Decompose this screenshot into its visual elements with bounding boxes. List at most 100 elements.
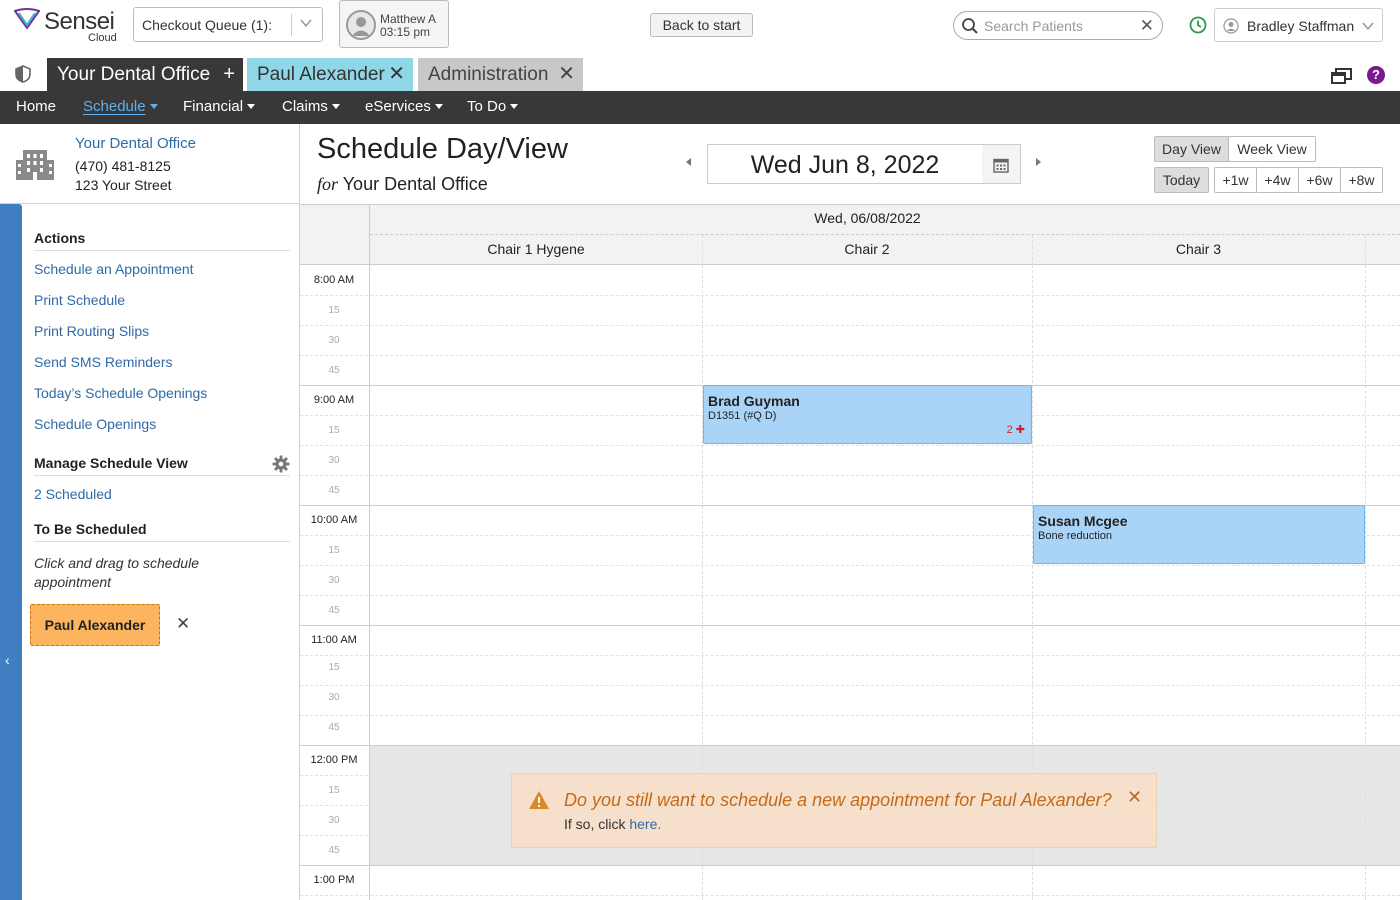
- calendar-button[interactable]: [982, 144, 1021, 184]
- actions-heading: Actions: [34, 230, 290, 251]
- back-to-start-button[interactable]: Back to start: [650, 13, 753, 37]
- date-field[interactable]: Wed Jun 8, 2022: [707, 144, 983, 184]
- hour-label: 9:00 AM: [313, 394, 355, 406]
- nav-label: Claims: [282, 98, 328, 115]
- grid-line: [300, 895, 1400, 896]
- clear-search-icon[interactable]: ✕: [1140, 17, 1154, 34]
- nav-label: Financial: [183, 98, 244, 115]
- help-icon[interactable]: ?: [1367, 66, 1385, 84]
- active-user-info: Matthew A 03:15 pm: [380, 13, 436, 39]
- sidebar-collapse-handle[interactable]: ‹: [0, 204, 22, 900]
- sensei-logo-icon: [14, 8, 40, 30]
- appointment-procedure: Bone reduction: [1038, 530, 1112, 542]
- nav-home[interactable]: Home: [16, 91, 56, 124]
- checkout-queue-select[interactable]: Checkout Queue (1):: [133, 7, 323, 42]
- medical-alert-icon: 2 ✚: [1006, 424, 1025, 436]
- search-input[interactable]: [984, 17, 1134, 35]
- send-sms-reminders-link[interactable]: Send SMS Reminders: [34, 354, 173, 370]
- appointment-patient: Susan Mcgee: [1038, 513, 1128, 529]
- checkout-queue-label: Checkout Queue (1):: [142, 17, 272, 33]
- tab-administration[interactable]: Administration ✕: [418, 58, 583, 91]
- chevron-down-icon: [300, 19, 312, 28]
- chair-3-header: Chair 3: [1175, 241, 1222, 257]
- chair-divider: [1032, 235, 1033, 265]
- nav-todo[interactable]: To Do: [467, 91, 519, 124]
- chair-2-header: Chair 2: [844, 241, 890, 257]
- time-column: 8:00 AM 15 30 45 9:00 AM 15 30 45 10:00 …: [300, 265, 370, 900]
- grid-corner: [300, 205, 370, 265]
- appointment-brad-guyman[interactable]: Brad Guyman D1351 (#Q D) 2 ✚: [703, 385, 1032, 444]
- alert-here-link[interactable]: here.: [629, 816, 661, 832]
- tab-paul-alexander[interactable]: Paul Alexander ✕: [247, 58, 413, 91]
- today-button[interactable]: Today: [1154, 167, 1209, 193]
- current-user-name: Bradley Staffman: [1247, 18, 1355, 34]
- page-subtitle: for Your Dental Office: [317, 174, 488, 195]
- jump-6w-button[interactable]: +6w: [1298, 167, 1341, 193]
- next-day-icon[interactable]: [1036, 158, 1041, 166]
- avatar-icon: [346, 10, 376, 40]
- previous-day-icon[interactable]: [686, 158, 691, 166]
- office-address: 123 Your Street: [75, 177, 172, 193]
- alert-sub-prefix: If so, click: [564, 816, 626, 832]
- hour-label: 10:00 AM: [310, 514, 358, 526]
- grid-line: [300, 745, 1400, 746]
- for-word: for: [317, 174, 339, 194]
- scheduled-count-link[interactable]: 2 Scheduled: [34, 486, 112, 502]
- nav-schedule[interactable]: Schedule: [83, 91, 158, 124]
- minute-label: 30: [328, 335, 340, 346]
- remove-pending-icon[interactable]: ✕: [176, 614, 190, 634]
- alert-subtext: If so, click here.: [564, 816, 661, 832]
- close-tab-icon[interactable]: ✕: [558, 58, 575, 91]
- pending-patient-chip[interactable]: Paul Alexander: [30, 604, 160, 646]
- nav-eservices[interactable]: eServices: [365, 91, 443, 124]
- print-routing-slips-link[interactable]: Print Routing Slips: [34, 323, 149, 339]
- gear-icon[interactable]: [272, 455, 290, 473]
- patient-search[interactable]: ✕: [953, 11, 1163, 40]
- tab-your-dental-office[interactable]: Your Dental Office +: [47, 58, 243, 91]
- grid-line: [300, 685, 1400, 686]
- grid-line: [300, 715, 1400, 716]
- clock-icon[interactable]: [1189, 16, 1207, 34]
- subtitle-office: Your Dental Office: [342, 174, 488, 194]
- todays-schedule-openings-link[interactable]: Today’s Schedule Openings: [34, 385, 207, 401]
- building-icon: [16, 150, 54, 180]
- grid-line: [300, 595, 1400, 596]
- nav-financial[interactable]: Financial: [183, 91, 256, 124]
- week-view-button[interactable]: Week View: [1228, 136, 1316, 162]
- windows-icon[interactable]: [1331, 66, 1353, 84]
- close-tab-icon[interactable]: ✕: [388, 58, 405, 91]
- tab-label: Your Dental Office: [57, 64, 211, 85]
- jump-1w-button[interactable]: +1w: [1214, 167, 1257, 193]
- office-phone: (470) 481-8125: [75, 158, 171, 174]
- reschedule-alert: Do you still want to schedule a new appo…: [511, 773, 1157, 848]
- shield-icon[interactable]: [14, 65, 32, 83]
- office-name-link[interactable]: Your Dental Office: [75, 135, 196, 152]
- chair-divider: [1365, 235, 1366, 265]
- jump-8w-button[interactable]: +8w: [1340, 167, 1383, 193]
- sensei-logo[interactable]: Sensei Cloud: [14, 6, 122, 46]
- day-view-button[interactable]: Day View: [1154, 136, 1229, 162]
- hour-label: 1:00 PM: [313, 874, 355, 886]
- schedule-openings-link[interactable]: Schedule Openings: [34, 416, 156, 432]
- chair-divider: [1365, 235, 1366, 900]
- current-user-dropdown[interactable]: Bradley Staffman: [1214, 8, 1383, 42]
- jump-4w-button[interactable]: +4w: [1256, 167, 1299, 193]
- chair-divider: [702, 235, 703, 265]
- caret-down-icon: [149, 104, 158, 109]
- schedule-appointment-link[interactable]: Schedule an Appointment: [34, 261, 194, 277]
- close-alert-icon[interactable]: ✕: [1127, 787, 1142, 808]
- add-tab-icon[interactable]: +: [223, 58, 235, 91]
- grid-line: [300, 475, 1400, 476]
- minute-label: 45: [328, 722, 340, 733]
- grid-line: [300, 865, 1400, 866]
- minute-label: 30: [328, 575, 340, 586]
- active-user-time: 03:15 pm: [380, 25, 431, 39]
- sidebar: Actions Schedule an Appointment Print Sc…: [22, 204, 300, 900]
- caret-down-icon: [247, 104, 256, 109]
- print-schedule-link[interactable]: Print Schedule: [34, 292, 125, 308]
- active-user-card[interactable]: Matthew A 03:15 pm: [339, 0, 449, 48]
- drag-hint: Click and drag to schedule appointment: [34, 555, 199, 590]
- appointment-susan-mcgee[interactable]: Susan Mcgee Bone reduction: [1033, 505, 1365, 564]
- nav-claims[interactable]: Claims: [282, 91, 340, 124]
- grid-line: [300, 325, 1400, 326]
